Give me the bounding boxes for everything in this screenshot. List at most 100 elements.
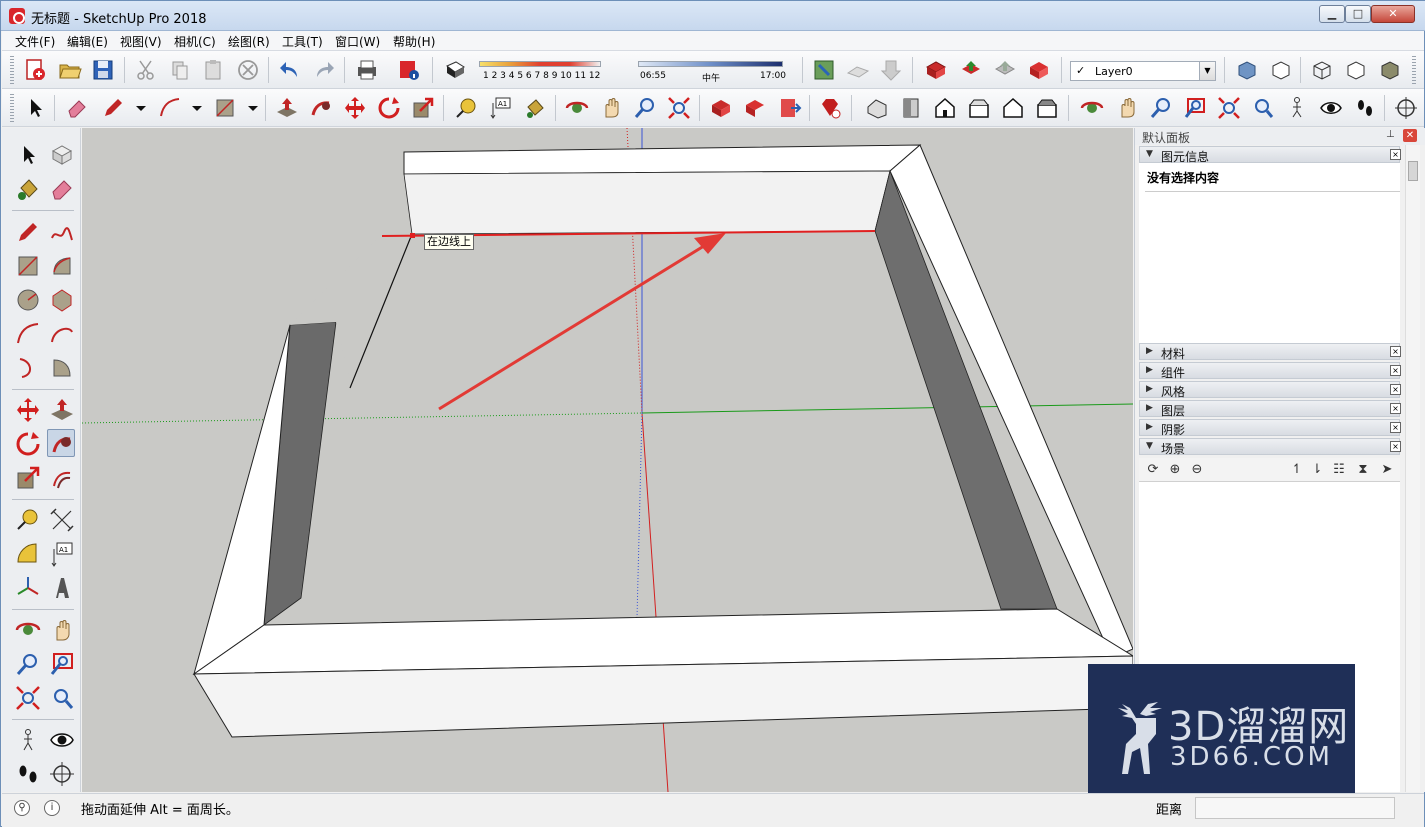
menu-tools[interactable]: 工具(T) <box>282 33 323 50</box>
arc-tool-dropdown[interactable] <box>184 95 202 121</box>
close-section-icon[interactable]: × <box>1390 365 1401 376</box>
two-point-arc-tool[interactable] <box>48 320 76 348</box>
rectangle-tool-dropdown[interactable] <box>240 95 258 121</box>
section-plane-button[interactable] <box>1393 95 1419 121</box>
info-icon[interactable]: i <box>44 800 60 816</box>
pan-camera-button[interactable] <box>1114 95 1140 121</box>
text-tool[interactable]: A1 <box>48 540 76 568</box>
print-button[interactable] <box>354 57 380 83</box>
tape-measure-tool[interactable] <box>14 506 42 534</box>
position-camera-button[interactable] <box>1284 95 1310 121</box>
terrain-button[interactable] <box>845 57 871 83</box>
eraser-tool[interactable] <box>48 175 76 203</box>
push-pull-tool-button[interactable] <box>274 95 300 121</box>
pan-tool-button[interactable] <box>598 95 624 121</box>
scene-menu-icon[interactable]: ➤ <box>1379 462 1395 478</box>
arc-tool[interactable] <box>14 320 42 348</box>
pin-icon[interactable]: ⊥ <box>1386 129 1395 140</box>
close-section-icon[interactable]: × <box>1390 384 1401 395</box>
tray-styles[interactable]: ▶ 风格 × <box>1139 381 1401 399</box>
3d-text-tool[interactable] <box>48 574 76 602</box>
offset-tool[interactable] <box>48 464 76 492</box>
follow-me-tool-button[interactable] <box>308 95 334 121</box>
wireframe-button[interactable] <box>1309 57 1335 83</box>
follow-me-tool[interactable] <box>47 429 75 457</box>
dimension-tool-button[interactable]: A1 <box>488 95 514 121</box>
tray-layers[interactable]: ▶ 图层 × <box>1139 400 1401 418</box>
paste-button[interactable] <box>200 57 226 83</box>
walk-button[interactable] <box>1352 95 1378 121</box>
shadow-time-slider[interactable]: 06:55 中午 17:00 <box>638 58 788 84</box>
refresh-scene-icon[interactable]: ⟳ <box>1145 462 1161 478</box>
tray-shadows[interactable]: ▶ 阴影 × <box>1139 419 1401 437</box>
menu-window[interactable]: 窗口(W) <box>335 33 380 50</box>
rectangle-tool-button[interactable] <box>212 95 238 121</box>
line-tool[interactable] <box>14 218 42 246</box>
previous-view-tool[interactable] <box>48 684 76 712</box>
rotated-rectangle-tool[interactable] <box>48 252 76 280</box>
geo-location-status-icon[interactable]: ⚲ <box>14 800 30 816</box>
zoom-extents-camera-button[interactable] <box>1216 95 1242 121</box>
toolbar-grip[interactable] <box>1412 56 1416 84</box>
menu-file[interactable]: 文件(F) <box>15 33 55 50</box>
layout-send-button[interactable] <box>777 95 803 121</box>
scale-tool-button[interactable] <box>410 95 436 121</box>
tape-measure-tool-button[interactable] <box>453 95 479 121</box>
previous-view-button[interactable] <box>1250 95 1276 121</box>
orbit-tool-button[interactable] <box>564 95 590 121</box>
close-window-button[interactable]: ✕ <box>1371 5 1415 23</box>
copy-button[interactable] <box>167 57 193 83</box>
add-scene-icon[interactable]: ⊕ <box>1167 462 1183 478</box>
remove-scene-icon[interactable]: ⊖ <box>1189 462 1205 478</box>
model-info-button[interactable] <box>396 57 422 83</box>
tray-scenes[interactable]: ▼ 场景 × <box>1139 438 1401 456</box>
protractor-tool[interactable] <box>14 540 42 568</box>
orbit-camera-button[interactable] <box>1079 95 1105 121</box>
eraser-tool-button[interactable] <box>64 95 90 121</box>
line-tool-dropdown[interactable] <box>128 95 146 121</box>
rectangle-tool[interactable] <box>14 252 42 280</box>
rotate-tool[interactable] <box>14 430 42 458</box>
look-around-tool[interactable] <box>48 726 76 754</box>
left-view-button[interactable] <box>1034 95 1060 121</box>
back-wall-face[interactable] <box>403 170 891 235</box>
close-section-icon[interactable]: × <box>1390 441 1401 452</box>
view-options-icon[interactable]: ☷ <box>1331 462 1347 478</box>
back-wall-top[interactable] <box>403 144 922 175</box>
move-tool-button[interactable] <box>342 95 368 121</box>
zoom-extents-tool[interactable] <box>14 684 42 712</box>
position-camera-tool[interactable] <box>14 726 42 754</box>
zoom-tool[interactable] <box>14 650 42 678</box>
ruby-console-button[interactable] <box>817 95 843 121</box>
push-pull-tool[interactable] <box>48 396 76 424</box>
photo-textures-button[interactable] <box>878 57 904 83</box>
three-point-arc-tool[interactable] <box>14 354 42 382</box>
minimize-button[interactable]: ▁ <box>1319 5 1345 23</box>
zoom-window-button[interactable] <box>1182 95 1208 121</box>
undo-button[interactable] <box>277 57 303 83</box>
share-component-button[interactable] <box>992 57 1018 83</box>
top-view-button[interactable] <box>898 95 924 121</box>
save-button[interactable] <box>90 57 116 83</box>
select-tool[interactable] <box>14 141 42 169</box>
maximize-button[interactable]: □ <box>1345 5 1371 23</box>
tray-scrollbar[interactable] <box>1405 145 1420 792</box>
right-view-button[interactable] <box>966 95 992 121</box>
axes-tool[interactable] <box>14 574 42 602</box>
warehouse-share-button[interactable] <box>742 95 768 121</box>
section-plane-tool[interactable] <box>48 760 76 788</box>
tray-entity-info[interactable]: ▼ 图元信息 × <box>1139 146 1401 164</box>
toolbar-grip[interactable] <box>10 56 14 84</box>
layer-dropdown[interactable]: ✓ Layer0 ▼ <box>1070 61 1216 81</box>
3d-warehouse-button[interactable] <box>923 57 949 83</box>
scrollbar-thumb[interactable] <box>1408 161 1418 181</box>
zoom-camera-button[interactable] <box>1148 95 1174 121</box>
front-view-button[interactable] <box>932 95 958 121</box>
pie-tool[interactable] <box>48 354 76 382</box>
close-section-icon[interactable]: × <box>1390 149 1401 160</box>
arc-tool-button[interactable] <box>157 95 183 121</box>
close-tray-icon[interactable]: ✕ <box>1403 129 1417 142</box>
redo-button[interactable] <box>311 57 337 83</box>
geo-location-button[interactable] <box>811 57 837 83</box>
back-view-button[interactable] <box>1000 95 1026 121</box>
